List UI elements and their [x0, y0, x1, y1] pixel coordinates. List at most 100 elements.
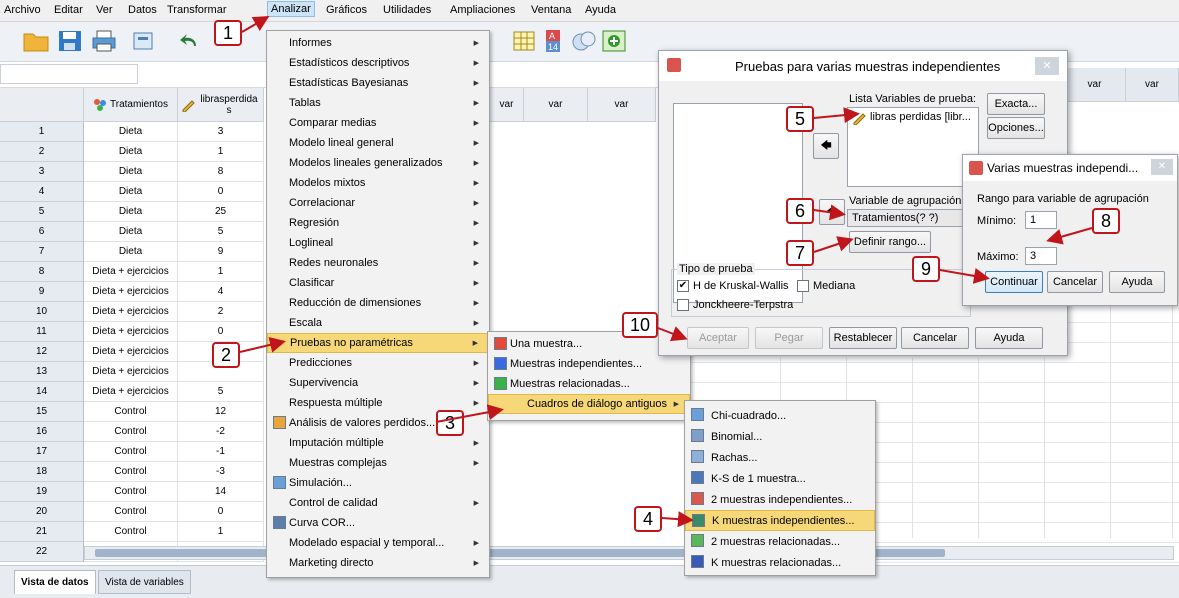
cell-tratamientos[interactable]: Dieta	[84, 242, 178, 262]
cell-libras[interactable]: 25	[178, 202, 264, 222]
horizontal-scrollbar[interactable]	[84, 546, 1174, 560]
analizar-menu-item[interactable]: Escala ▶	[267, 313, 489, 333]
row-number[interactable]: 7	[0, 242, 84, 262]
cell-libras[interactable]: 1	[178, 142, 264, 162]
analizar-menu-item[interactable]: Estadísticas Bayesianas ▶	[267, 73, 489, 93]
cell-tratamientos[interactable]: Control	[84, 442, 178, 462]
cell-tratamientos[interactable]: Dieta + ejercicios	[84, 322, 178, 342]
col-header-libras[interactable]: librasperdida s	[178, 88, 264, 122]
analizar-menu-item[interactable]: Modelos lineales generalizados ▶	[267, 153, 489, 173]
grid-table-icon[interactable]	[510, 28, 538, 54]
cell-tratamientos[interactable]: Dieta	[84, 222, 178, 242]
test-variable-item[interactable]: libras perdidas [libr...	[870, 111, 971, 123]
undo-icon[interactable]	[176, 28, 204, 54]
menu-graficos[interactable]: Gráficos	[326, 4, 367, 16]
legacy-menu-item[interactable]: Rachas...	[685, 447, 875, 468]
row-number[interactable]: 1	[0, 122, 84, 142]
help-button[interactable]: Ayuda	[1109, 271, 1165, 293]
menu-ventana[interactable]: Ventana	[531, 4, 571, 16]
analizar-menu-item[interactable]: Pruebas no paramétricas ▶	[267, 333, 489, 353]
menu-transformar[interactable]: Transformar	[167, 4, 227, 16]
cell-tratamientos[interactable]: Dieta + ejercicios	[84, 262, 178, 282]
test-variable-list[interactable]: libras perdidas [libr...	[847, 107, 979, 187]
cell-libras[interactable]: 14	[178, 482, 264, 502]
close-icon[interactable]: ✕	[1151, 159, 1173, 175]
col-header-var[interactable]: var	[524, 88, 588, 122]
tab-data-view[interactable]: Vista de datos	[14, 570, 96, 594]
cell-tratamientos[interactable]: Dieta + ejercicios	[84, 382, 178, 402]
reset-button[interactable]: Restablecer	[829, 327, 897, 349]
dialog-recall-icon[interactable]	[130, 28, 158, 54]
analizar-menu-item[interactable]: Comparar medias ▶	[267, 113, 489, 133]
col-header-var[interactable]: var	[1126, 68, 1179, 102]
options-button[interactable]: Opciones...	[987, 117, 1045, 139]
cell-libras[interactable]: -1	[178, 442, 264, 462]
analizar-menu-item[interactable]: Tablas ▶	[267, 93, 489, 113]
row-number[interactable]: 17	[0, 442, 84, 462]
cell-libras[interactable]: -2	[178, 422, 264, 442]
analizar-menu-item[interactable]: Marketing directo ▶	[267, 553, 489, 573]
cell-libras[interactable]: 5	[178, 382, 264, 402]
analizar-menu-item[interactable]: Curva COR...	[267, 513, 489, 533]
row-number[interactable]: 4	[0, 182, 84, 202]
cell-tratamientos[interactable]: Dieta	[84, 202, 178, 222]
cell-tratamientos[interactable]: Dieta + ejercicios	[84, 282, 178, 302]
analizar-menu-item[interactable]: Predicciones ▶	[267, 353, 489, 373]
kruskal-checkbox[interactable]: ✔	[677, 280, 689, 292]
row-number[interactable]: 5	[0, 202, 84, 222]
cell-tratamientos[interactable]: Dieta	[84, 122, 178, 142]
row-number[interactable]: 13	[0, 362, 84, 382]
cancel-button[interactable]: Cancelar	[901, 327, 969, 349]
min-input[interactable]: 1	[1025, 211, 1057, 229]
menu-utilidades[interactable]: Utilidades	[383, 4, 431, 16]
analizar-menu-item[interactable]: Estadísticos descriptivos ▶	[267, 53, 489, 73]
median-checkbox[interactable]	[797, 280, 809, 292]
cell-tratamientos[interactable]: Control	[84, 402, 178, 422]
analizar-menu-item[interactable]: Regresión ▶	[267, 213, 489, 233]
menu-analizar[interactable]: Analizar	[267, 1, 315, 17]
help-button[interactable]: Ayuda	[975, 327, 1043, 349]
analizar-menu-item[interactable]: Loglineal ▶	[267, 233, 489, 253]
cell-tratamientos[interactable]: Dieta + ejercicios	[84, 362, 178, 382]
row-number[interactable]: 10	[0, 302, 84, 322]
cell-libras[interactable]: 12	[178, 402, 264, 422]
save-icon[interactable]	[56, 28, 84, 54]
analizar-menu-item[interactable]: Modelos mixtos ▶	[267, 173, 489, 193]
analizar-menu-item[interactable]: Modelo lineal general ▶	[267, 133, 489, 153]
cell-libras[interactable]: 2	[178, 302, 264, 322]
nonparametric-menu-item[interactable]: Muestras relacionadas...	[488, 374, 690, 394]
cell-tratamientos[interactable]: Dieta + ejercicios	[84, 342, 178, 362]
row-number[interactable]: 19	[0, 482, 84, 502]
cell-tratamientos[interactable]: Dieta	[84, 182, 178, 202]
open-folder-icon[interactable]	[22, 28, 50, 54]
row-number[interactable]: 2	[0, 142, 84, 162]
analizar-menu-item[interactable]: Imputación múltiple ▶	[267, 433, 489, 453]
cell-tratamientos[interactable]: Control	[84, 502, 178, 522]
move-arrow-button[interactable]: 🡄	[819, 199, 845, 225]
cell-libras[interactable]: 1	[178, 522, 264, 542]
row-number[interactable]: 20	[0, 502, 84, 522]
analizar-menu-item[interactable]: Informes ▶	[267, 33, 489, 53]
col-header-var[interactable]: var	[490, 88, 524, 122]
col-header-var[interactable]: var	[588, 88, 656, 122]
define-range-button[interactable]: Definir rango...	[849, 231, 931, 253]
cancel-button[interactable]: Cancelar	[1047, 271, 1103, 293]
add-icon[interactable]	[600, 28, 628, 54]
move-arrow-button[interactable]: 🡄	[813, 133, 839, 159]
close-icon[interactable]: ✕	[1035, 57, 1059, 75]
row-number[interactable]: 22	[0, 542, 84, 562]
menu-editar[interactable]: Editar	[54, 4, 83, 16]
cell-tratamientos[interactable]: Control	[84, 422, 178, 442]
row-number[interactable]: 6	[0, 222, 84, 242]
col-header-tratamientos[interactable]: Tratamientos	[84, 88, 178, 122]
cell-libras[interactable]: 0	[178, 322, 264, 342]
value-labels-icon[interactable]: A 14	[540, 28, 568, 54]
cell-tratamientos[interactable]: Control	[84, 462, 178, 482]
cell-libras[interactable]: 9	[178, 242, 264, 262]
cell-libras[interactable]: 1	[178, 262, 264, 282]
row-number[interactable]: 14	[0, 382, 84, 402]
legacy-menu-item[interactable]: 2 muestras independientes...	[685, 489, 875, 510]
menu-datos[interactable]: Datos	[128, 4, 157, 16]
max-input[interactable]: 3	[1025, 247, 1057, 265]
cell-tratamientos[interactable]: Control	[84, 482, 178, 502]
